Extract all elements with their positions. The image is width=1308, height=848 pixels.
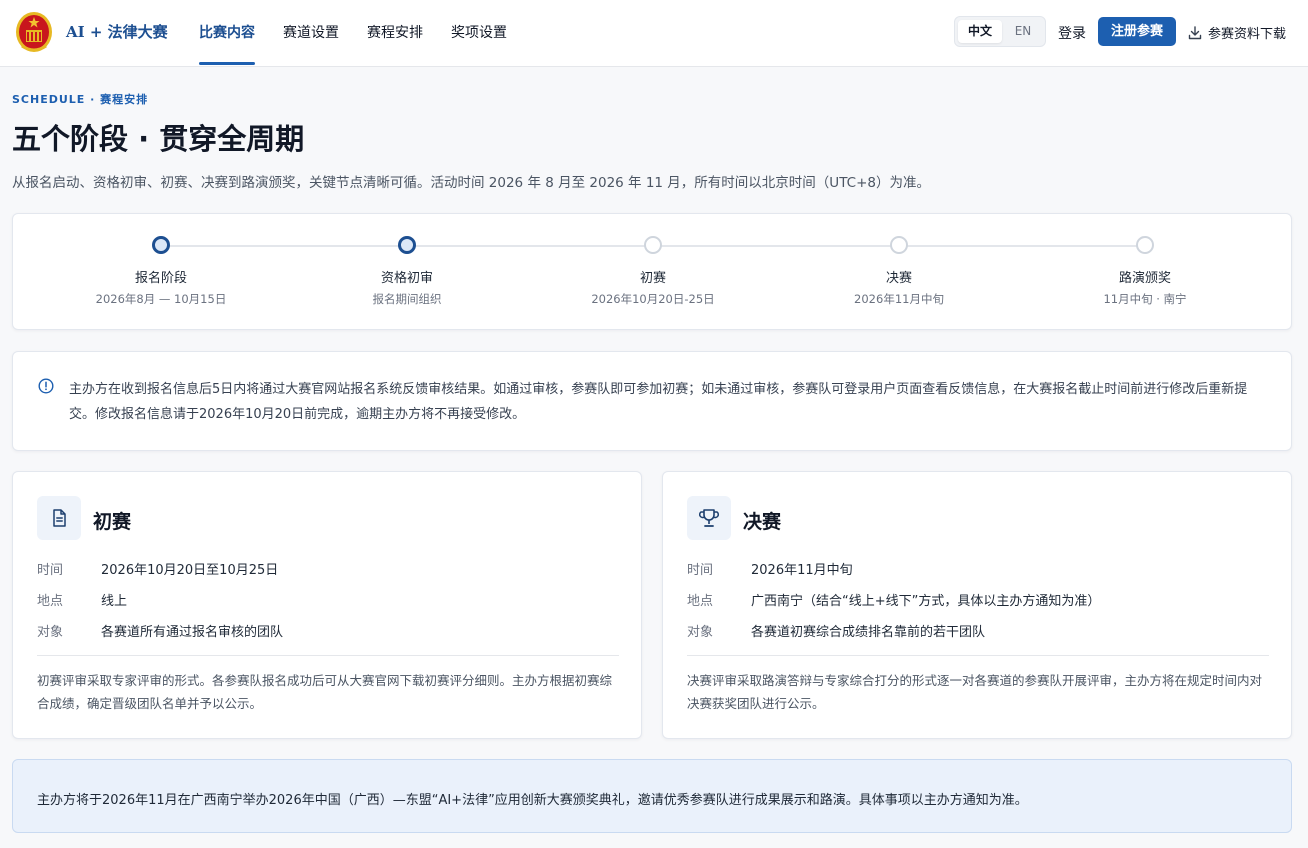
row-label: 地点 (687, 594, 714, 609)
row-value: 2026年10月20日至10月25日 (101, 563, 279, 578)
row-label: 对象 (687, 625, 714, 640)
nav-active-indicator (199, 62, 255, 65)
trophy-icon (687, 496, 731, 540)
timeline-step-review: 资格初审 报名期间组织 (287, 236, 527, 307)
stage-target-row: 对象 各赛道初赛综合成绩排名靠前的若干团队 (687, 621, 985, 640)
section-eyebrow: SCHEDULE · 赛程安排 (12, 93, 149, 106)
row-value: 广西南宁（结合“线上+线下”方式，具体以主办方通知为准） (751, 594, 1101, 609)
register-button[interactable]: 注册参赛 (1098, 17, 1176, 46)
stage-time-row: 时间 2026年11月中旬 (687, 559, 853, 578)
page-subtitle: 从报名启动、资格初审、初赛、决赛到路演颁奖，关键节点清晰可循。活动时间 2026… (12, 175, 930, 191)
timeline-step-prelim: 初赛 2026年10月20日-25日 (533, 236, 773, 307)
row-label: 时间 (37, 563, 64, 578)
divider (687, 655, 1269, 656)
ceremony-banner: 主办方将于2026年11月在广西南宁举办2026年中国（广西）—东盟“AI+法律… (12, 759, 1292, 833)
nav-awards[interactable]: 奖项设置 (451, 22, 507, 42)
timeline-step-date: 报名期间组织 (372, 292, 442, 306)
row-label: 地点 (37, 594, 64, 609)
timeline-step-label: 初赛 (639, 271, 666, 286)
stage-title: 决赛 (743, 511, 782, 533)
timeline-dot (890, 236, 908, 254)
download-label: 参赛资料下载 (1208, 27, 1287, 42)
divider (37, 655, 619, 656)
timeline-step-date: 2026年8月 — 10月15日 (95, 292, 227, 306)
row-value: 各赛道初赛综合成绩排名靠前的若干团队 (751, 625, 986, 640)
timeline-dot (398, 236, 416, 254)
timeline-step-label: 报名阶段 (134, 271, 187, 286)
stage-title: 初赛 (93, 511, 132, 533)
review-notice: 主办方在收到报名信息后5日内将通过大赛官网站报名系统反馈审核结果。如通过审核，参… (12, 351, 1292, 451)
lang-en-button[interactable]: EN (1001, 20, 1045, 43)
timeline-step-label: 决赛 (885, 271, 912, 286)
row-label: 时间 (687, 563, 714, 578)
row-label: 对象 (37, 625, 64, 640)
row-value: 各赛道所有通过报名审核的团队 (101, 625, 284, 640)
row-value: 线上 (101, 594, 128, 609)
stage-target-row: 对象 各赛道所有通过报名审核的团队 (37, 621, 283, 640)
info-icon (38, 378, 54, 394)
timeline-dot (152, 236, 170, 254)
nav-content[interactable]: 比赛内容 (199, 22, 255, 42)
brand-title[interactable]: AI + 法律大赛 (66, 21, 168, 42)
banner-text: 主办方将于2026年11月在广西南宁举办2026年中国（广西）—东盟“AI+法律… (37, 793, 1028, 808)
lang-zh-button[interactable]: 中文 (958, 20, 1002, 43)
download-icon (1188, 25, 1202, 39)
language-switch: 中文 EN (954, 16, 1046, 47)
top-header: AI + 法律大赛 比赛内容 赛道设置 赛程安排 奖项设置 中文 EN 登录 注… (0, 0, 1308, 67)
schedule-timeline: 报名阶段 2026年8月 — 10月15日 资格初审 报名期间组织 初赛 202… (12, 213, 1292, 330)
notice-text: 主办方在收到报名信息后5日内将通过大赛官网站报名系统反馈审核结果。如通过审核，参… (69, 382, 1248, 422)
timeline-step-ceremony: 路演颁奖 11月中旬 · 南宁 (1025, 236, 1265, 307)
row-value: 2026年11月中旬 (751, 563, 853, 578)
timeline-step-final: 决赛 2026年11月中旬 (779, 236, 1019, 307)
timeline-step-label: 路演颁奖 (1118, 271, 1171, 286)
timeline-step-date: 2026年11月中旬 (854, 292, 944, 306)
stage-note: 决赛评审采取路演答辩与专家综合打分的形式逐一对各赛道的参赛队开展评审，主办方将在… (687, 673, 1263, 711)
document-icon (37, 496, 81, 540)
page-title: 五个阶段 · 贯穿全周期 (12, 122, 305, 156)
stage-card-prelim: 初赛 时间 2026年10月20日至10月25日 地点 线上 对象 各赛道所有通过报名… (12, 471, 642, 739)
timeline-dot (1136, 236, 1154, 254)
timeline-step-date: 11月中旬 · 南宁 (1103, 292, 1187, 306)
nav-tracks[interactable]: 赛道设置 (283, 22, 339, 42)
timeline-step-registration: 报名阶段 2026年8月 — 10月15日 (41, 236, 281, 307)
timeline-step-date: 2026年10月20日-25日 (591, 292, 715, 306)
stage-card-final: 决赛 时间 2026年11月中旬 地点 广西南宁（结合“线上+线下”方式，具体以主办… (662, 471, 1292, 739)
timeline-dot (644, 236, 662, 254)
stage-note: 初赛评审采取专家评审的形式。各参赛队报名成功后可从大赛官网下载初赛评分细则。主办… (37, 673, 613, 711)
nav-schedule[interactable]: 赛程安排 (367, 22, 423, 42)
stage-place-row: 地点 广西南宁（结合“线上+线下”方式，具体以主办方通知为准） (687, 590, 1100, 609)
timeline-step-label: 资格初审 (380, 271, 433, 286)
download-materials-link[interactable]: 参赛资料下载 (1188, 23, 1286, 42)
stage-time-row: 时间 2026年10月20日至10月25日 (37, 559, 278, 578)
login-link[interactable]: 登录 (1058, 23, 1086, 43)
emblem-logo[interactable] (14, 10, 54, 54)
stage-place-row: 地点 线上 (37, 590, 127, 609)
